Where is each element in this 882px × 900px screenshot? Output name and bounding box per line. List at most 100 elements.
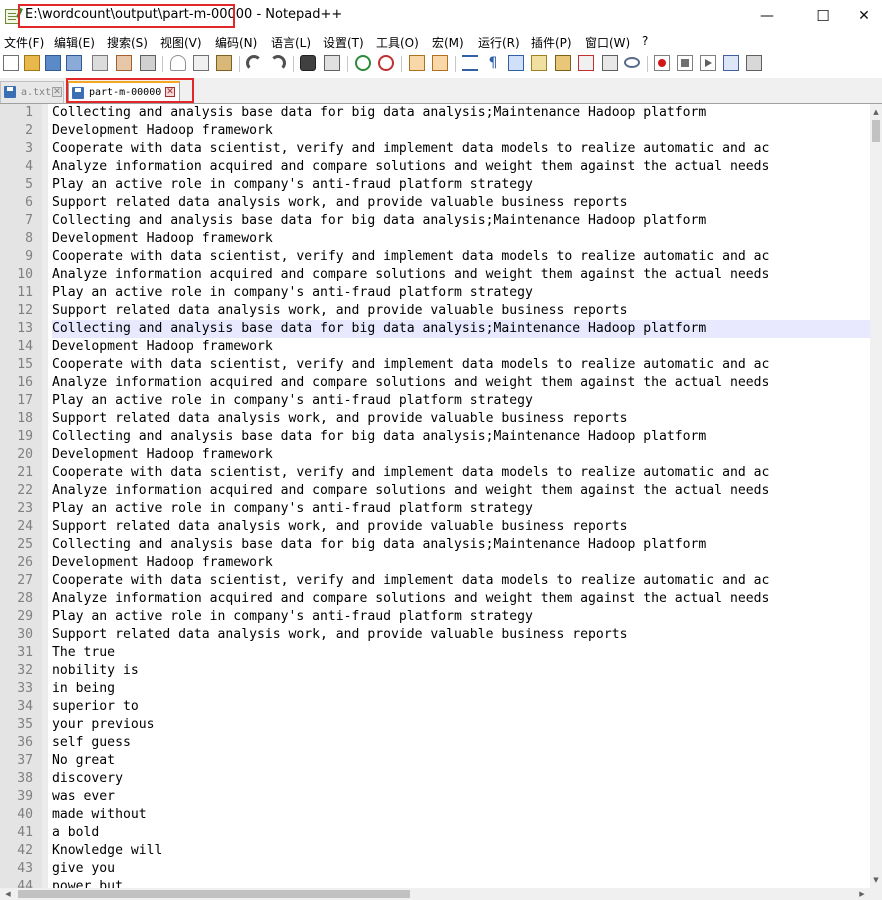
editor-line[interactable]: 21 Cooperate with data scientist, verify … bbox=[0, 464, 882, 482]
line-text[interactable]: Collecting and analysis base data for bi… bbox=[52, 428, 870, 446]
vertical-scroll-thumb[interactable] bbox=[872, 120, 880, 142]
editor-line[interactable]: 37 No great bbox=[0, 752, 882, 770]
editor-line[interactable]: 13 Collecting and analysis base data for … bbox=[0, 320, 882, 338]
menu-edit[interactable]: 编辑(E) bbox=[54, 34, 95, 51]
editor-line[interactable]: 14 Development Hadoop framework bbox=[0, 338, 882, 356]
editor-area[interactable]: 1 Collecting and analysis base data for b… bbox=[0, 104, 882, 888]
tab-a-txt[interactable]: a.txt ✕ bbox=[0, 81, 64, 103]
close-icon[interactable] bbox=[92, 55, 108, 71]
open-file-icon[interactable] bbox=[24, 55, 40, 71]
play-macro-icon[interactable] bbox=[700, 55, 716, 71]
line-text[interactable]: self guess bbox=[52, 734, 870, 752]
line-text[interactable]: Collecting and analysis base data for bi… bbox=[52, 104, 870, 122]
line-text[interactable]: Play an active role in company's anti-fr… bbox=[52, 608, 870, 626]
sync-horizontal-icon[interactable] bbox=[432, 55, 448, 71]
line-text[interactable]: a bold bbox=[52, 824, 870, 842]
menu-view[interactable]: 视图(V) bbox=[160, 34, 202, 51]
editor-line[interactable]: 1 Collecting and analysis base data for b… bbox=[0, 104, 882, 122]
line-text[interactable]: Development Hadoop framework bbox=[52, 122, 870, 140]
save-icon[interactable] bbox=[45, 55, 61, 71]
editor-line[interactable]: 9 Cooperate with data scientist, verify a… bbox=[0, 248, 882, 266]
line-text[interactable]: Analyze information acquired and compare… bbox=[52, 266, 870, 284]
horizontal-scrollbar[interactable]: ◀ ▶ bbox=[0, 888, 870, 900]
line-text[interactable]: Play an active role in company's anti-fr… bbox=[52, 284, 870, 302]
line-text[interactable]: Cooperate with data scientist, verify an… bbox=[52, 356, 870, 374]
menu-language[interactable]: 语言(L) bbox=[271, 34, 311, 51]
line-text[interactable]: Support related data analysis work, and … bbox=[52, 518, 870, 536]
line-text[interactable]: Support related data analysis work, and … bbox=[52, 410, 870, 428]
menu-tools[interactable]: 工具(O) bbox=[376, 34, 419, 51]
editor-line[interactable]: 23 Play an active role in company's anti-… bbox=[0, 500, 882, 518]
line-text[interactable]: Support related data analysis work, and … bbox=[52, 302, 870, 320]
editor-line[interactable]: 35 your previous bbox=[0, 716, 882, 734]
line-text[interactable]: give you bbox=[52, 860, 870, 878]
cut-icon[interactable] bbox=[170, 55, 186, 71]
show-all-chars-icon[interactable]: ¶ bbox=[485, 55, 501, 71]
editor-line[interactable]: 33 in being bbox=[0, 680, 882, 698]
line-text[interactable]: your previous bbox=[52, 716, 870, 734]
line-text[interactable]: in being bbox=[52, 680, 870, 698]
line-text[interactable]: Play an active role in company's anti-fr… bbox=[52, 500, 870, 518]
replace-icon[interactable] bbox=[324, 55, 340, 71]
editor-line[interactable]: 36 self guess bbox=[0, 734, 882, 752]
menu-macro[interactable]: 宏(M) bbox=[432, 34, 464, 51]
record-macro-icon[interactable] bbox=[654, 55, 670, 71]
editor-line[interactable]: 18 Support related data analysis work, an… bbox=[0, 410, 882, 428]
editor-line[interactable]: 24 Support related data analysis work, an… bbox=[0, 518, 882, 536]
close-all-icon[interactable] bbox=[116, 55, 132, 71]
line-text[interactable]: was ever bbox=[52, 788, 870, 806]
editor-line[interactable]: 40 made without bbox=[0, 806, 882, 824]
line-text[interactable]: Collecting and analysis base data for bi… bbox=[52, 536, 870, 554]
editor-line[interactable]: 26 Development Hadoop framework bbox=[0, 554, 882, 572]
menu-window[interactable]: 窗口(W) bbox=[585, 34, 630, 51]
minimize-button[interactable]: — bbox=[744, 0, 790, 32]
stop-record-icon[interactable] bbox=[677, 55, 693, 71]
menu-help[interactable]: ? bbox=[642, 34, 648, 48]
line-text[interactable]: Play an active role in company's anti-fr… bbox=[52, 176, 870, 194]
line-text[interactable]: Cooperate with data scientist, verify an… bbox=[52, 572, 870, 590]
line-text[interactable]: Play an active role in company's anti-fr… bbox=[52, 392, 870, 410]
editor-line[interactable]: 6 Support related data analysis work, and… bbox=[0, 194, 882, 212]
scroll-down-arrow-icon[interactable]: ▼ bbox=[870, 874, 882, 886]
menu-file[interactable]: 文件(F) bbox=[4, 34, 44, 51]
editor-line[interactable]: 30 Support related data analysis work, an… bbox=[0, 626, 882, 644]
zoom-in-icon[interactable] bbox=[355, 55, 371, 71]
editor-line[interactable]: 43 give you bbox=[0, 860, 882, 878]
preview-eye-icon[interactable] bbox=[624, 57, 640, 68]
editor-line[interactable]: 11 Play an active role in company's anti-… bbox=[0, 284, 882, 302]
sync-vertical-icon[interactable] bbox=[409, 55, 425, 71]
line-text[interactable]: Cooperate with data scientist, verify an… bbox=[52, 140, 870, 158]
line-text[interactable]: Development Hadoop framework bbox=[52, 230, 870, 248]
zoom-out-icon[interactable] bbox=[378, 55, 394, 71]
line-text[interactable]: Knowledge will bbox=[52, 842, 870, 860]
editor-line[interactable]: 32 nobility is bbox=[0, 662, 882, 680]
scroll-left-arrow-icon[interactable]: ◀ bbox=[2, 888, 14, 900]
line-text[interactable]: made without bbox=[52, 806, 870, 824]
line-text[interactable]: nobility is bbox=[52, 662, 870, 680]
doc-map-icon[interactable] bbox=[531, 55, 547, 71]
run-macro-multiple-icon[interactable] bbox=[723, 55, 739, 71]
line-text[interactable]: Support related data analysis work, and … bbox=[52, 626, 870, 644]
editor-line[interactable]: 19 Collecting and analysis base data for … bbox=[0, 428, 882, 446]
editor-line[interactable]: 12 Support related data analysis work, an… bbox=[0, 302, 882, 320]
indent-guide-icon[interactable] bbox=[508, 55, 524, 71]
editor-line[interactable]: 4 Analyze information acquired and compar… bbox=[0, 158, 882, 176]
line-text[interactable]: Collecting and analysis base data for bi… bbox=[52, 212, 870, 230]
editor-line[interactable]: 2 Development Hadoop framework bbox=[0, 122, 882, 140]
editor-line[interactable]: 16 Analyze information acquired and compa… bbox=[0, 374, 882, 392]
line-text[interactable]: Cooperate with data scientist, verify an… bbox=[52, 464, 870, 482]
editor-line[interactable]: 27 Cooperate with data scientist, verify … bbox=[0, 572, 882, 590]
monitoring-icon[interactable] bbox=[602, 55, 618, 71]
line-text[interactable]: The true bbox=[52, 644, 870, 662]
editor-line[interactable]: 31 The true bbox=[0, 644, 882, 662]
scroll-right-arrow-icon[interactable]: ▶ bbox=[856, 888, 868, 900]
redo-icon[interactable] bbox=[270, 55, 286, 71]
horizontal-scroll-thumb[interactable] bbox=[18, 890, 410, 898]
editor-line[interactable]: 42 Knowledge will bbox=[0, 842, 882, 860]
line-text[interactable]: superior to bbox=[52, 698, 870, 716]
line-text[interactable]: Cooperate with data scientist, verify an… bbox=[52, 248, 870, 266]
line-text[interactable]: discovery bbox=[52, 770, 870, 788]
editor-line[interactable]: 8 Development Hadoop framework bbox=[0, 230, 882, 248]
editor-line[interactable]: 22 Analyze information acquired and compa… bbox=[0, 482, 882, 500]
save-all-icon[interactable] bbox=[66, 55, 82, 71]
